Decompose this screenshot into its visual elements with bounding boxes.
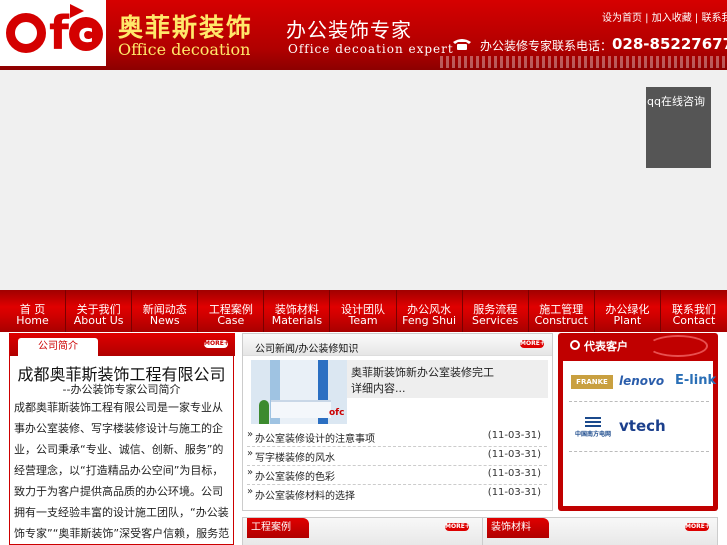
news-item-title[interactable]: 办公室装修设计的注意事项 bbox=[255, 430, 375, 445]
nav-item-feng-shui[interactable]: 办公风水 Feng Shui bbox=[397, 290, 463, 332]
nav-item-materials[interactable]: 装饰材料 Materials bbox=[264, 290, 331, 332]
materials-panel: 装饰材料 MORE+ bbox=[482, 517, 718, 545]
phone-icon bbox=[453, 39, 471, 50]
bullet-icon: » bbox=[247, 448, 254, 459]
nav-item-case[interactable]: 工程案例 Case bbox=[198, 290, 265, 332]
news-item-title[interactable]: 写字楼装修的风水 bbox=[255, 449, 335, 464]
logo-c-mark: c bbox=[69, 17, 103, 51]
about-more-button[interactable]: MORE+ bbox=[204, 340, 229, 348]
nav-item-news[interactable]: 新闻动态 News bbox=[132, 290, 199, 332]
news-feature-card: 奥菲斯装饰新办公室装修完工 详细内容... bbox=[347, 360, 548, 398]
case-more-button[interactable]: MORE+ bbox=[445, 523, 470, 531]
decorative-swirl bbox=[648, 335, 708, 357]
about-subtitle: --办公装饰专家公司简介 bbox=[62, 383, 181, 396]
nav-item-contact[interactable]: 联系我们 Contact bbox=[661, 290, 727, 332]
csg-grid-icon bbox=[585, 417, 601, 427]
news-item-date: (11-03-31) bbox=[487, 487, 541, 498]
qq-label: qq在线咨询 bbox=[647, 95, 705, 108]
bullet-icon: » bbox=[247, 467, 254, 478]
materials-more-button[interactable]: MORE+ bbox=[685, 523, 710, 531]
news-item-date: (11-03-31) bbox=[487, 468, 541, 479]
news-item-date: (11-03-31) bbox=[487, 430, 541, 441]
logo-o-mark bbox=[6, 13, 46, 53]
news-panel-header: 公司新闻/办公装修知识 MORE+ bbox=[243, 334, 552, 356]
clients-divider bbox=[569, 401, 709, 402]
logo-f-mark: f bbox=[49, 6, 70, 60]
client-logo-csg-text: 中国南方电网 bbox=[574, 431, 611, 438]
nav-item-construct[interactable]: 施工管理 Construct bbox=[529, 290, 595, 332]
client-logo-elink[interactable]: E-link bbox=[675, 373, 716, 388]
news-feature-more[interactable]: 详细内容... bbox=[351, 380, 406, 396]
brand-name-cn: 奥菲斯装饰 bbox=[118, 13, 254, 42]
news-feature-image[interactable]: ofc bbox=[251, 360, 347, 424]
ofc-o-icon bbox=[570, 340, 580, 350]
main-nav: 首 页 Home 关于我们 About Us 新闻动态 News 工程案例 Ca… bbox=[0, 290, 727, 332]
header-reflection bbox=[440, 56, 727, 68]
clients-title: 代表客户 bbox=[584, 340, 628, 353]
nav-label-en: Materials bbox=[271, 314, 323, 327]
clients-panel: 代表客户 FRANKE lenovo E-link 中国南方电网 vtech bbox=[558, 333, 718, 511]
news-feature-title[interactable]: 奥菲斯装饰新办公室装修完工 bbox=[351, 364, 494, 380]
news-panel: 公司新闻/办公装修知识 MORE+ ofc 奥菲斯装饰新办公室装修完工 详细内容… bbox=[242, 333, 553, 511]
about-tab[interactable]: 公司简介 bbox=[18, 338, 98, 356]
case-tab[interactable]: 工程案例 bbox=[247, 518, 309, 538]
brand-name-en: Office decoation bbox=[118, 40, 251, 59]
about-panel: 公司简介 MORE+ 成都奥菲斯装饰工程有限公司 --办公装饰专家公司简介 成都… bbox=[9, 333, 235, 545]
news-item[interactable]: » 写字楼装修的风水 (11-03-31) bbox=[247, 447, 547, 465]
clients-divider bbox=[569, 451, 709, 452]
nav-item-team[interactable]: 设计团队 Team bbox=[330, 290, 397, 332]
top-links[interactable]: 设为首页 | 加入收藏 | 联系我们 bbox=[602, 9, 727, 24]
client-logo-csg[interactable]: 中国南方电网 bbox=[571, 417, 615, 438]
nav-label-en: Services bbox=[472, 314, 519, 327]
client-logo-lenovo[interactable]: lenovo bbox=[619, 374, 664, 388]
news-item-date: (11-03-31) bbox=[487, 449, 541, 460]
banner-area bbox=[0, 70, 727, 290]
nav-label-en: Contact bbox=[672, 314, 716, 327]
about-panel-header: 公司简介 MORE+ bbox=[10, 333, 235, 356]
news-item[interactable]: » 办公室装修设计的注意事项 (11-03-31) bbox=[247, 428, 547, 446]
nav-item-home[interactable]: 首 页 Home bbox=[0, 290, 67, 332]
nav-label-en: Feng Shui bbox=[402, 314, 457, 327]
bullet-icon: » bbox=[247, 429, 254, 440]
nav-label-en: News bbox=[149, 314, 180, 327]
bullet-icon: » bbox=[247, 486, 254, 497]
phone-number: 028-85227677 bbox=[612, 35, 727, 53]
materials-tab[interactable]: 装饰材料 bbox=[487, 518, 549, 538]
news-item-title[interactable]: 办公室装修材料的选择 bbox=[255, 487, 355, 502]
company-logo[interactable]: f c bbox=[0, 0, 106, 66]
news-image-logo: ofc bbox=[329, 408, 345, 418]
site-header: f c 奥菲斯装饰 Office decoation 办公装饰专家 Office… bbox=[0, 0, 727, 70]
clients-logo-area: FRANKE lenovo E-link 中国南方电网 vtech bbox=[563, 361, 716, 506]
plant-graphic bbox=[259, 400, 269, 424]
news-item[interactable]: » 办公室装修的色彩 (11-03-31) bbox=[247, 466, 547, 484]
qq-online-widget[interactable]: qq在线咨询 bbox=[646, 87, 711, 168]
about-body-text: 成都奥菲斯装饰工程有限公司是一家专业从事办公室装修、写字楼装修设计与施工的企业，… bbox=[14, 401, 230, 540]
nav-label-en: Team bbox=[348, 314, 378, 327]
slogan-cn: 办公装饰专家 bbox=[286, 18, 412, 42]
phone-label: 办公装修专家联系电话： bbox=[480, 39, 613, 53]
logo-flag-icon bbox=[70, 4, 84, 18]
reception-desk-graphic bbox=[271, 400, 331, 418]
nav-item-services[interactable]: 服务流程 Services bbox=[463, 290, 529, 332]
nav-label-en: Plant bbox=[613, 314, 642, 327]
nav-item-about[interactable]: 关于我们 About Us bbox=[66, 290, 133, 332]
nav-label-en: Home bbox=[16, 314, 49, 327]
client-logo-vtech[interactable]: vtech bbox=[619, 417, 666, 435]
news-item[interactable]: » 办公室装修材料的选择 (11-03-31) bbox=[247, 485, 547, 503]
news-item-title[interactable]: 办公室装修的色彩 bbox=[255, 468, 335, 483]
nav-label-en: Case bbox=[217, 314, 245, 327]
news-more-button[interactable]: MORE+ bbox=[520, 340, 545, 348]
news-panel-title[interactable]: 公司新闻/办公装修知识 bbox=[255, 340, 358, 355]
nav-label-en: About Us bbox=[73, 314, 124, 327]
nav-label-en: Construct bbox=[534, 314, 588, 327]
client-logo-franke[interactable]: FRANKE bbox=[571, 375, 613, 389]
nav-item-plant[interactable]: 办公绿化 Plant bbox=[595, 290, 661, 332]
slogan-en: Office decoation expert bbox=[288, 42, 454, 56]
